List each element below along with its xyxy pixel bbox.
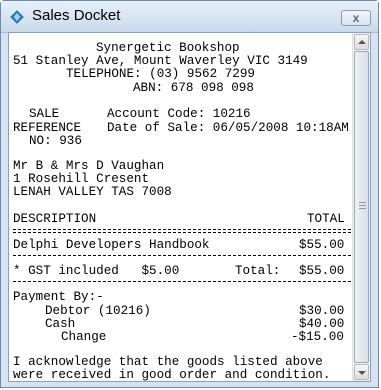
- date-of-sale: Date of Sale: 06/05/2008 10:18AM: [107, 121, 349, 135]
- payment-label: Change: [61, 330, 107, 344]
- title-bar[interactable]: Sales Docket x: [1, 1, 378, 33]
- grip-line: [359, 208, 366, 209]
- reference-label: REFERENCE: [13, 121, 82, 135]
- sales-docket-window: Sales Docket x Synergetic Bookshop 51 St…: [0, 0, 379, 388]
- scroll-up-button[interactable]: [354, 34, 369, 50]
- grip-line: [359, 202, 366, 203]
- payment-amount: $30.00: [299, 304, 345, 318]
- payment-by-label: Payment By:-: [13, 290, 104, 304]
- divider: [13, 281, 351, 282]
- docket-content: Synergetic Bookshop 51 Stanley Ave, Moun…: [9, 33, 352, 381]
- arrow-up-icon: [358, 40, 366, 44]
- scroll-down-button[interactable]: [354, 364, 369, 380]
- scroll-thumb[interactable]: [354, 51, 369, 363]
- payment-amount: $40.00: [299, 317, 345, 331]
- divider: [13, 255, 351, 256]
- payment-label: Debtor (10216): [45, 304, 151, 318]
- window-title: Sales Docket: [32, 7, 121, 24]
- gst-line: * GST included $5.00: [13, 264, 180, 278]
- description-header: DESCRIPTION: [13, 212, 97, 226]
- shop-telephone: TELEPHONE: (03) 9562 7299: [66, 67, 255, 81]
- acknowledgement-line-2: were received in good order and conditio…: [13, 368, 331, 381]
- shop-name: Synergetic Bookshop: [96, 41, 240, 55]
- payment-amount: -$15.00: [291, 330, 344, 344]
- vertical-scrollbar[interactable]: [352, 33, 370, 381]
- total-label: Total:: [235, 264, 281, 278]
- grip-line: [359, 205, 366, 206]
- divider: [13, 229, 351, 230]
- shop-abn: ABN: 678 098 098: [133, 81, 254, 95]
- close-icon: x: [352, 11, 360, 25]
- acknowledgement-line-1: I acknowledge that the goods listed abov…: [13, 355, 323, 369]
- customer-city: LENAH VALLEY TAS 7008: [13, 185, 172, 199]
- arrow-down-icon: [358, 371, 366, 375]
- total-header: TOTAL: [307, 212, 345, 226]
- item-description: Delphi Developers Handbook: [13, 238, 210, 252]
- divider: [13, 232, 351, 233]
- sale-label: SALE: [29, 107, 60, 121]
- account-code: Account Code: 10216: [107, 107, 251, 121]
- close-button[interactable]: x: [341, 10, 371, 26]
- total-value: $55.00: [299, 264, 345, 278]
- item-total: $55.00: [299, 238, 345, 252]
- docket-number: NO: 936: [29, 134, 82, 148]
- payment-label: Cash: [45, 317, 76, 331]
- docket-panel: Synergetic Bookshop 51 Stanley Ave, Moun…: [8, 32, 371, 382]
- shop-address: 51 Stanley Ave, Mount Waverley VIC 3149: [13, 54, 308, 68]
- app-icon: [10, 10, 24, 24]
- customer-street: 1 Rosehill Cresent: [13, 172, 150, 186]
- customer-name: Mr B & Mrs D Vaughan: [13, 159, 165, 173]
